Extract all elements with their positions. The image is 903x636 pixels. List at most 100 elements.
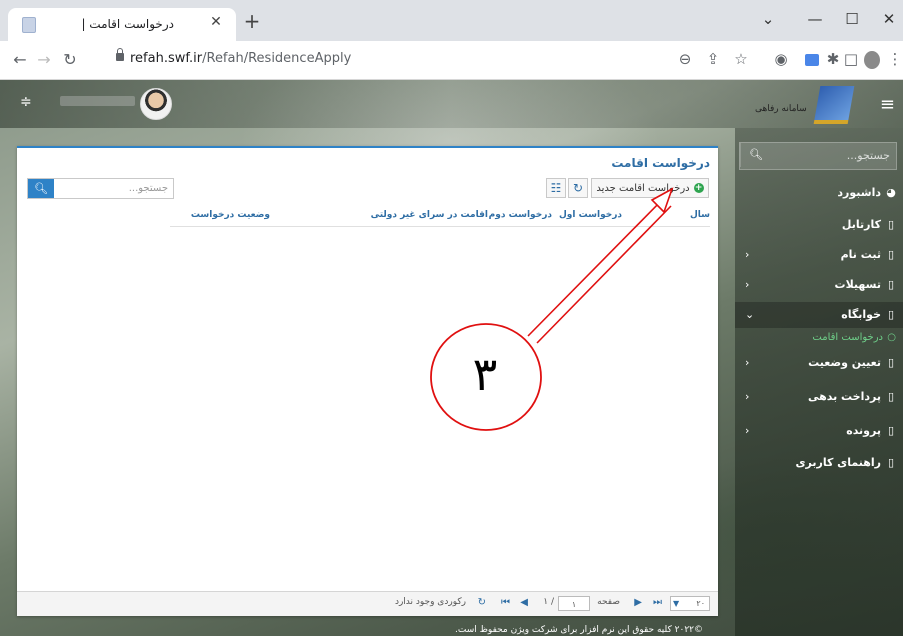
favicon-icon — [22, 17, 36, 33]
sidebar-item-label: تعیین وضعیت — [808, 356, 881, 369]
zoom-icon[interactable]: ⊖ — [674, 50, 696, 68]
chevron-left-icon: ‹ — [745, 424, 750, 437]
chevron-down-icon: ▼ — [673, 599, 680, 608]
browser-menu-icon[interactable]: ⋮ — [884, 50, 903, 68]
column-list-button[interactable]: ☷ — [546, 178, 566, 198]
page-number-input[interactable]: ۱ — [558, 596, 590, 611]
sidebar-item-status[interactable]: ▯ تعیین وضعیت ‹ — [735, 350, 903, 376]
chevron-left-icon: ‹ — [745, 390, 750, 403]
column-header-second-request[interactable]: درخواست دوم — [489, 210, 552, 220]
column-header-year[interactable]: سال — [690, 210, 710, 220]
prev-page-icon[interactable]: ◀︎ — [520, 597, 528, 608]
new-residence-request-button[interactable]: + درخواست اقامت جدید — [591, 178, 709, 198]
sidebar-search-input[interactable] — [778, 143, 896, 167]
shield-extension-icon[interactable]: ◉ — [770, 50, 792, 68]
new-tab-button[interactable]: + — [240, 11, 264, 31]
user-avatar[interactable] — [140, 88, 172, 120]
sidebar-search: 🔍︎ — [739, 142, 897, 170]
app-header: ≑ سامانه رفاهی ≡ — [0, 80, 903, 128]
sidebar-item-label: پرداخت بدهی — [807, 390, 881, 403]
folder-icon: ▯ — [887, 248, 895, 261]
address-bar[interactable]: refah.swf.ir/Refah/ResidenceApply — [130, 51, 351, 66]
forward-arrow-icon[interactable]: → — [34, 50, 54, 69]
circle-icon: ○ — [887, 332, 896, 343]
next-page-icon[interactable]: ▶︎ — [634, 597, 642, 608]
page-size-value: ۲۰ — [696, 599, 705, 608]
translate-extension-icon[interactable] — [805, 54, 819, 66]
hamburger-menu-icon[interactable]: ≡ — [880, 94, 895, 115]
folder-icon: ▯ — [887, 390, 895, 403]
folder-icon: ▯ — [887, 218, 895, 231]
sidebar-subitem-residence-apply[interactable]: ○ درخواست اقامت — [735, 328, 903, 348]
browser-toolbar: ← → ↻ refah.swf.ir/Refah/ResidenceApply … — [0, 41, 903, 80]
last-page-icon[interactable]: ⏭ — [653, 597, 662, 608]
residence-apply-panel: درخواست اقامت + درخواست اقامت جدید ↻ ☷ 🔍… — [17, 146, 718, 616]
logo-mark-icon — [813, 86, 855, 124]
sidebar-item-label: خوابگاه — [841, 308, 881, 321]
browser-tabstrip: درخواست اقامت | ✕ + ⌄ — ☐ ✕ — [0, 0, 903, 41]
sidebar-item-facilities[interactable]: ▯ تسهیلات ‹ — [735, 272, 903, 298]
page-size-select[interactable]: ▼ ۲۰ — [670, 596, 710, 611]
window-menu-icon[interactable]: ⌄ — [758, 10, 778, 28]
bookmark-star-icon[interactable]: ☆ — [730, 50, 752, 68]
settings-sliders-icon[interactable]: ≑ — [20, 94, 32, 110]
window-close-button[interactable]: ✕ — [879, 10, 899, 28]
refresh-button[interactable]: ↻ — [568, 178, 588, 198]
sidebar-subitem-label: درخواست اقامت — [812, 332, 883, 343]
sidebar-item-label: پرونده — [846, 424, 881, 437]
chevron-left-icon: ‹ — [745, 248, 750, 261]
search-icon[interactable]: 🔍︎ — [740, 143, 771, 167]
page-of-label: / ۱ — [543, 597, 554, 607]
user-name-blurred — [60, 96, 135, 106]
sidebar-item-dashboard[interactable]: ◕ داشبورد — [735, 180, 903, 206]
url-host: refah.swf.ir — [130, 51, 203, 66]
grid-pager: ▼ ۲۰ ⏭ ▶︎ صفحه ۱ / ۱ ◀︎ ⏮ ↻ رکوردی وجود … — [17, 591, 718, 616]
sidebar: 🔍︎ ◕ داشبورد ▯ کارتابل ▯ ثبت نام ‹ ▯ تسه… — [735, 128, 903, 636]
share-icon[interactable]: ⇪ — [702, 50, 724, 68]
column-header-private-residence[interactable]: اقامت در سرای غیر دولتی — [371, 210, 488, 220]
dashboard-icon: ◕ — [886, 186, 896, 199]
sidepanel-icon[interactable]: □ — [840, 50, 862, 68]
chevron-down-icon: ⌄ — [745, 308, 755, 321]
back-arrow-icon[interactable]: ← — [10, 50, 30, 69]
grid-search-input[interactable] — [63, 179, 173, 198]
empty-records-text: رکوردی وجود ندارد — [394, 597, 466, 607]
column-header-first-request[interactable]: درخواست اول — [559, 210, 622, 220]
grid-search: 🔍︎ — [27, 178, 174, 199]
folder-icon: ▯ — [887, 456, 895, 469]
first-page-icon[interactable]: ⏮ — [501, 597, 510, 608]
chevron-left-icon: ‹ — [745, 356, 750, 369]
sidebar-item-registration[interactable]: ▯ ثبت نام ‹ — [735, 242, 903, 268]
page-label: صفحه — [597, 597, 620, 607]
sidebar-item-label: کارتابل — [841, 218, 881, 231]
window-minimize-button[interactable]: — — [805, 10, 825, 28]
tab-close-icon[interactable]: ✕ — [206, 14, 226, 30]
app-logo: سامانه رفاهی — [755, 86, 863, 124]
sidebar-item-debt-payment[interactable]: ▯ پرداخت بدهی ‹ — [735, 384, 903, 410]
chevron-left-icon: ‹ — [745, 278, 750, 291]
search-button[interactable]: 🔍︎ — [28, 179, 54, 198]
column-header-request-status[interactable]: وضعیت درخواست — [191, 210, 270, 220]
sidebar-item-label: راهنمای کاربری — [795, 456, 881, 469]
sidebar-item-dormitory[interactable]: ▯ خوابگاه ⌄ — [735, 302, 903, 328]
plus-circle-icon: + — [693, 183, 704, 193]
sidebar-item-label: تسهیلات — [834, 278, 881, 291]
profile-avatar[interactable] — [864, 51, 880, 69]
list-icon: ☷ — [550, 181, 562, 195]
pager-refresh-icon[interactable]: ↻ — [478, 597, 486, 608]
sidebar-item-file[interactable]: ▯ پرونده ‹ — [735, 418, 903, 444]
folder-icon: ▯ — [887, 356, 895, 369]
tab-title: درخواست اقامت | — [81, 17, 174, 31]
reload-icon[interactable]: ↻ — [60, 50, 80, 69]
lock-icon[interactable] — [116, 48, 124, 61]
window-maximize-button[interactable]: ☐ — [842, 10, 862, 28]
new-button-label: درخواست اقامت جدید — [596, 182, 690, 194]
sidebar-item-cartable[interactable]: ▯ کارتابل — [735, 212, 903, 238]
page-title: درخواست اقامت — [611, 156, 710, 170]
search-icon: 🔍︎ — [34, 182, 48, 195]
folder-icon: ▯ — [887, 278, 895, 291]
sidebar-item-user-guide[interactable]: ▯ راهنمای کاربری — [735, 450, 903, 476]
annotation-step-number: ۳ — [472, 347, 498, 401]
browser-tab[interactable]: درخواست اقامت | ✕ — [8, 8, 236, 41]
refresh-icon: ↻ — [572, 181, 584, 195]
